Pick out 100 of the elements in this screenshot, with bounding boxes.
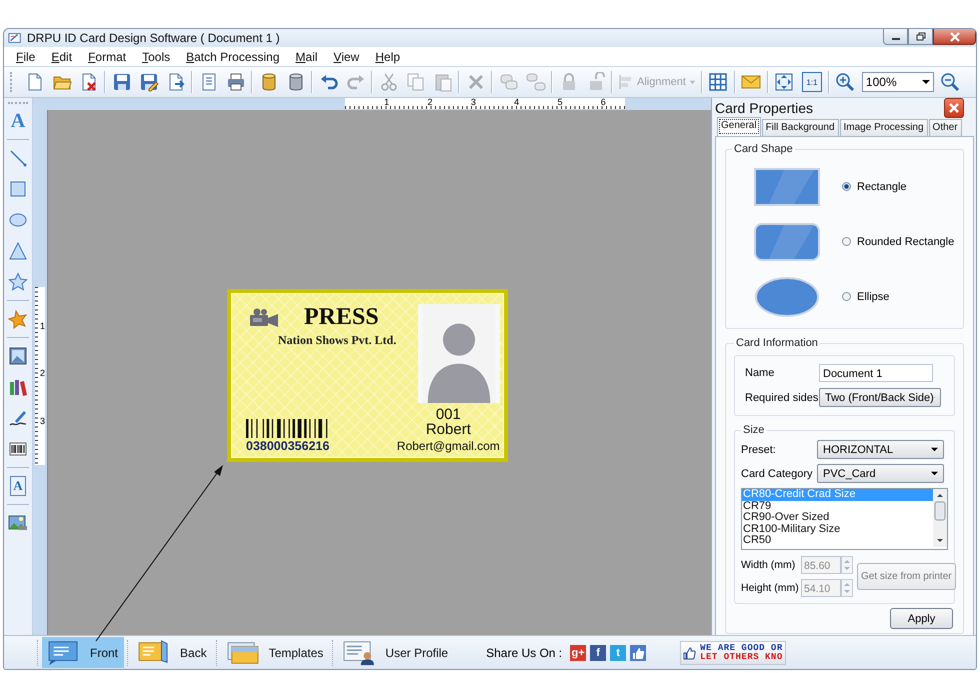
menu-item[interactable]: Edit — [43, 50, 80, 64]
card-title: PRESS — [304, 304, 379, 331]
share-label: Share Us On : — [486, 646, 562, 660]
group-title: Size — [742, 424, 766, 436]
menu-item[interactable]: File — [8, 50, 44, 64]
ruler-number: 2 — [427, 98, 432, 109]
scrollbar[interactable] — [933, 489, 947, 547]
radio-button[interactable] — [842, 182, 851, 191]
zoom-out-icon[interactable] — [940, 72, 960, 92]
landscape-picture-icon[interactable] — [8, 513, 28, 533]
ruler-number: 1 — [40, 322, 45, 332]
barcode-number: 038000356216 — [246, 439, 330, 453]
window-title: DRPU ID Card Design Software ( Document 1 ) — [27, 31, 280, 45]
card-id: 001 — [436, 407, 461, 422]
ellipse-shape-preview — [754, 276, 820, 318]
card-category-dropdown[interactable]: PVC_Card — [817, 464, 944, 483]
shape-option-label: Ellipse — [857, 290, 890, 302]
floppy-pencil-icon[interactable] — [138, 72, 158, 92]
panel-tab[interactable]: Fill Background — [762, 119, 838, 136]
name-field[interactable]: Document 1 — [819, 364, 933, 382]
facebook-button[interactable]: f — [590, 644, 606, 660]
panel-tab[interactable]: Image Processing — [840, 119, 928, 136]
field-label: Preset: — [741, 444, 777, 456]
view-tab[interactable]: Front — [42, 637, 124, 668]
field-label: Card Category — [741, 468, 814, 480]
fit-page-icon[interactable] — [774, 72, 794, 92]
caret-icon — [688, 78, 696, 86]
view-tab[interactable]: Back — [132, 637, 213, 668]
menu-item[interactable]: Tools — [134, 50, 178, 64]
star-tool-icon[interactable] — [8, 272, 28, 292]
close-icon — [950, 32, 960, 42]
shape-option-label: Rectangle — [857, 180, 907, 192]
preset-dropdown[interactable]: HORIZONTAL — [817, 440, 944, 459]
ruler-number: 3 — [40, 416, 45, 426]
caret-icon — [931, 470, 938, 477]
rounded-rectangle-shape-preview — [754, 222, 820, 260]
video-camera-icon — [250, 308, 280, 328]
minimize-button[interactable] — [883, 29, 908, 45]
watermark-tool[interactable]: A — [10, 476, 26, 496]
list-item[interactable]: CR79 — [742, 500, 933, 512]
list-item[interactable]: CR90-Over Sized — [742, 512, 933, 524]
undo-icon[interactable] — [318, 72, 338, 92]
triangle-tool-icon[interactable] — [8, 241, 28, 261]
view-tab[interactable]: Templates — [220, 637, 330, 668]
menu-item[interactable]: Batch Processing — [178, 50, 288, 64]
group-title: Card Information — [735, 337, 819, 349]
holder-name: Robert — [426, 422, 471, 437]
group-title: Card Shape — [733, 143, 794, 155]
ruler-number: 5 — [557, 98, 562, 109]
field-label: Name — [745, 367, 776, 379]
radio-button[interactable] — [842, 237, 851, 246]
view-tab[interactable]: User Profile — [337, 637, 454, 668]
radio-button[interactable] — [842, 292, 851, 301]
holder-email: Robert@gmail.com — [396, 439, 500, 453]
actual-size-button[interactable]: 1:1 — [802, 72, 822, 92]
rating-banner[interactable]: WE ARE GOOD OR LET OTHERS KNO — [680, 640, 786, 664]
menu-item[interactable]: Help — [367, 50, 408, 64]
field-label: Width (mm) — [741, 559, 796, 571]
restore-icon — [916, 32, 926, 41]
thumbs-up-icon — [683, 646, 698, 660]
align-left-icon — [618, 74, 634, 90]
zoom-in-icon[interactable] — [835, 72, 856, 92]
image-frame-icon[interactable] — [8, 346, 28, 366]
list-item[interactable]: CR50 — [742, 535, 933, 546]
menu-item[interactable]: Mail — [288, 50, 326, 64]
rectangle-shape-preview — [754, 168, 820, 206]
close-icon — [949, 103, 959, 113]
close-button[interactable] — [944, 98, 964, 118]
signature-pen-icon[interactable] — [8, 408, 28, 428]
ruler-number: 4 — [514, 98, 520, 109]
caret-icon — [922, 78, 930, 86]
caret-icon — [931, 446, 938, 453]
text-tool[interactable]: A — [10, 111, 26, 131]
ruler-number: 1 — [384, 98, 390, 109]
grid-icon[interactable] — [708, 72, 728, 92]
ruler-number: 3 — [470, 98, 476, 109]
apply-button[interactable]: Apply — [890, 608, 953, 629]
ruler-number: 6 — [600, 98, 606, 109]
panel-tab[interactable]: General — [717, 117, 761, 136]
required-sides-dropdown[interactable]: Two (Front/Back Side) — [819, 388, 941, 407]
menu-item[interactable]: View — [326, 50, 368, 64]
menu-item[interactable]: Format — [80, 50, 134, 64]
ruler-number: 2 — [40, 369, 45, 378]
field-label: Height (mm) — [741, 582, 800, 594]
app-logo-icon — [8, 31, 22, 45]
shape-option-label: Rounded Rectangle — [857, 236, 954, 248]
zoom-dropdown[interactable]: 100% — [862, 72, 934, 92]
books-icon[interactable] — [8, 377, 28, 397]
field-label: Required sides — [745, 392, 819, 404]
star-shape-icon[interactable] — [8, 309, 28, 329]
google-plus-button[interactable]: g+ — [570, 644, 586, 660]
thumbs-up-icon[interactable] — [630, 644, 646, 660]
rectangle-tool-icon[interactable] — [8, 179, 28, 199]
maximize-button[interactable] — [908, 29, 933, 45]
close-button[interactable] — [933, 29, 976, 45]
print-icon[interactable] — [226, 72, 246, 92]
list-item[interactable]: CR100-Military Size — [742, 524, 933, 535]
company-name: Nation Shows Pvt. Ltd. — [278, 333, 396, 348]
panel-tab[interactable]: Other — [928, 119, 962, 136]
line-tool-icon[interactable] — [8, 148, 28, 168]
